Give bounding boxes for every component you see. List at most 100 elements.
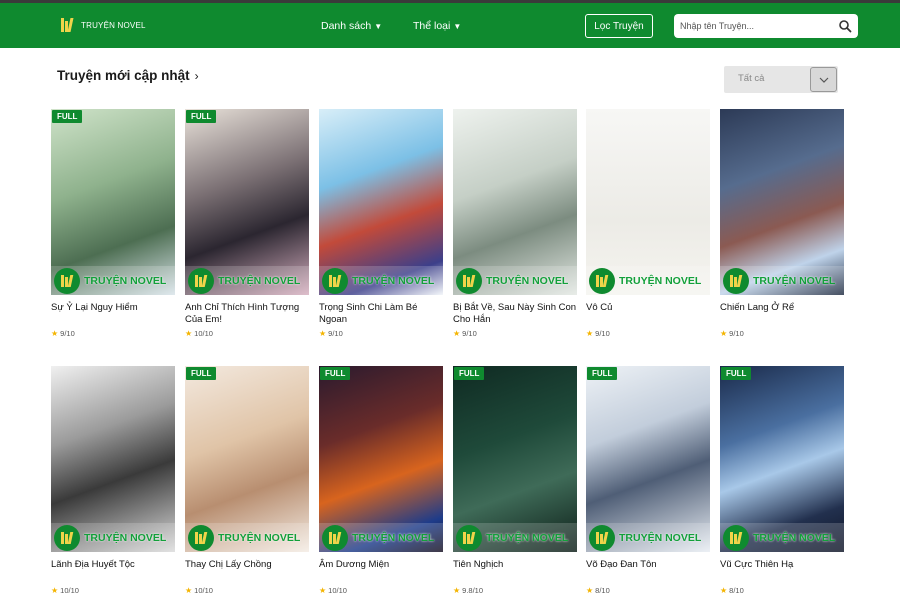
- book-cover[interactable]: TRUYỆN NOVEL: [453, 109, 577, 295]
- rating-value: 9/10: [729, 329, 744, 338]
- rating-value: 10/10: [328, 586, 347, 595]
- book-title[interactable]: Vũ Cực Thiên Hạ: [720, 559, 844, 583]
- select-arrow-button[interactable]: [810, 67, 837, 92]
- star-icon: ★: [720, 329, 728, 338]
- cover-watermark: TRUYỆN NOVEL: [720, 523, 844, 552]
- star-icon: ★: [51, 329, 59, 338]
- book-title[interactable]: Âm Dương Miện: [319, 559, 443, 583]
- book-rating: ★ 9/10: [720, 329, 844, 338]
- rating-value: 10/10: [194, 329, 213, 338]
- book-rating: ★ 8/10: [586, 586, 710, 595]
- book-title[interactable]: Trọng Sinh Chi Làm Bé Ngoan: [319, 302, 443, 326]
- book-card[interactable]: TRUYỆN NOVEL Vô Củ ★ 9/10: [586, 109, 710, 338]
- books-logo-icon: [723, 525, 749, 551]
- books-logo-icon: [61, 18, 75, 32]
- star-icon: ★: [453, 329, 461, 338]
- star-icon: ★: [185, 329, 193, 338]
- star-icon: ★: [586, 329, 594, 338]
- filter-button[interactable]: Lọc Truyện: [585, 14, 653, 38]
- watermark-text: TRUYỆN NOVEL: [218, 532, 301, 544]
- search-box: [674, 14, 858, 38]
- book-title[interactable]: Chiến Lang Ở Rể: [720, 302, 844, 326]
- book-cover[interactable]: FULL TRUYỆN NOVEL: [51, 109, 175, 295]
- star-icon: ★: [51, 586, 59, 595]
- book-cover[interactable]: FULL TRUYỆN NOVEL: [319, 366, 443, 552]
- rating-value: 8/10: [595, 586, 610, 595]
- cover-watermark: TRUYỆN NOVEL: [319, 523, 443, 552]
- book-title[interactable]: Tiên Nghịch: [453, 559, 577, 583]
- section-heading[interactable]: Truyện mới cập nhật ›: [57, 68, 199, 83]
- book-cover[interactable]: TRUYỆN NOVEL: [319, 109, 443, 295]
- nav-the-loai[interactable]: Thể loại ▼: [413, 20, 461, 32]
- cover-watermark: TRUYỆN NOVEL: [586, 523, 710, 552]
- full-badge: FULL: [587, 367, 618, 380]
- book-cover[interactable]: TRUYỆN NOVEL: [51, 366, 175, 552]
- watermark-text: TRUYỆN NOVEL: [352, 532, 435, 544]
- book-rating: ★ 9/10: [319, 329, 443, 338]
- rating-value: 10/10: [60, 586, 79, 595]
- caret-down-icon: ▼: [453, 21, 462, 31]
- book-card[interactable]: FULL TRUYỆN NOVEL Thay Chị Lấy Chồng ★ 1…: [185, 366, 309, 595]
- search-icon[interactable]: [838, 19, 852, 33]
- book-card[interactable]: FULL TRUYỆN NOVEL Vũ Cực Thiên Hạ ★ 8/10: [720, 366, 844, 595]
- cover-watermark: TRUYỆN NOVEL: [185, 266, 309, 295]
- caret-down-icon: ▼: [374, 21, 383, 31]
- book-card[interactable]: TRUYỆN NOVEL Chiến Lang Ở Rể ★ 9/10: [720, 109, 844, 338]
- book-cover[interactable]: FULL TRUYỆN NOVEL: [453, 366, 577, 552]
- search-input[interactable]: [680, 18, 830, 34]
- rating-value: 9/10: [462, 329, 477, 338]
- watermark-text: TRUYỆN NOVEL: [84, 275, 167, 287]
- book-title[interactable]: Lãnh Địa Huyết Tộc: [51, 559, 175, 583]
- full-badge: FULL: [52, 110, 83, 123]
- book-cover[interactable]: FULL TRUYỆN NOVEL: [720, 366, 844, 552]
- book-title[interactable]: Bị Bắt Về, Sau Này Sinh Con Cho Hắn: [453, 302, 577, 326]
- book-title[interactable]: Vô Củ: [586, 302, 710, 326]
- book-rating: ★ 9/10: [586, 329, 710, 338]
- section-title: Truyện mới cập nhật: [57, 68, 190, 83]
- book-rating: ★ 10/10: [319, 586, 443, 595]
- watermark-text: TRUYỆN NOVEL: [753, 275, 836, 287]
- full-badge: FULL: [721, 367, 752, 380]
- book-cover[interactable]: FULL TRUYỆN NOVEL: [185, 366, 309, 552]
- rating-value: 9/10: [328, 329, 343, 338]
- nav-label: Danh sách: [321, 20, 372, 32]
- book-rating: ★ 9.8/10: [453, 586, 577, 595]
- chevron-down-icon: [819, 77, 828, 83]
- book-cover[interactable]: FULL TRUYỆN NOVEL: [185, 109, 309, 295]
- rating-value: 8/10: [729, 586, 744, 595]
- book-card[interactable]: FULL TRUYỆN NOVEL Sự Ỷ Lại Nguy Hiểm ★ 9…: [51, 109, 175, 338]
- book-card[interactable]: TRUYỆN NOVEL Lãnh Địa Huyết Tộc ★ 10/10: [51, 366, 175, 595]
- book-rating: ★ 9/10: [453, 329, 577, 338]
- select-value: Tất cả: [738, 73, 765, 84]
- book-cover[interactable]: FULL TRUYỆN NOVEL: [586, 366, 710, 552]
- book-card[interactable]: FULL TRUYỆN NOVEL Võ Đạo Đan Tôn ★ 8/10: [586, 366, 710, 595]
- book-title[interactable]: Võ Đạo Đan Tôn: [586, 559, 710, 583]
- books-logo-icon: [188, 268, 214, 294]
- book-card[interactable]: TRUYỆN NOVEL Trọng Sinh Chi Làm Bé Ngoan…: [319, 109, 443, 338]
- cover-watermark: TRUYỆN NOVEL: [720, 266, 844, 295]
- star-icon: ★: [319, 586, 327, 595]
- book-title[interactable]: Anh Chỉ Thích Hình Tượng Của Em!: [185, 302, 309, 326]
- book-cover[interactable]: TRUYỆN NOVEL: [720, 109, 844, 295]
- category-select[interactable]: Tất cả: [724, 66, 838, 93]
- site-logo[interactable]: TRUYỆN NOVEL: [61, 18, 146, 32]
- rating-value: 9/10: [60, 329, 75, 338]
- nav-danh-sach[interactable]: Danh sách ▼: [321, 20, 382, 32]
- watermark-text: TRUYỆN NOVEL: [352, 275, 435, 287]
- full-badge: FULL: [186, 110, 217, 123]
- book-card[interactable]: TRUYỆN NOVEL Bị Bắt Về, Sau Này Sinh Con…: [453, 109, 577, 338]
- watermark-text: TRUYỆN NOVEL: [619, 275, 702, 287]
- site-logo-text: TRUYỆN NOVEL: [81, 20, 146, 30]
- book-cover[interactable]: TRUYỆN NOVEL: [586, 109, 710, 295]
- watermark-text: TRUYỆN NOVEL: [218, 275, 301, 287]
- book-card[interactable]: FULL TRUYỆN NOVEL Anh Chỉ Thích Hình Tượ…: [185, 109, 309, 338]
- books-logo-icon: [456, 525, 482, 551]
- book-rating: ★ 8/10: [720, 586, 844, 595]
- star-icon: ★: [453, 586, 461, 595]
- books-logo-icon: [723, 268, 749, 294]
- book-title[interactable]: Sự Ỷ Lại Nguy Hiểm: [51, 302, 175, 326]
- book-card[interactable]: FULL TRUYỆN NOVEL Âm Dương Miện ★ 10/10: [319, 366, 443, 595]
- book-card[interactable]: FULL TRUYỆN NOVEL Tiên Nghịch ★ 9.8/10: [453, 366, 577, 595]
- book-title[interactable]: Thay Chị Lấy Chồng: [185, 559, 309, 583]
- cover-watermark: TRUYỆN NOVEL: [586, 266, 710, 295]
